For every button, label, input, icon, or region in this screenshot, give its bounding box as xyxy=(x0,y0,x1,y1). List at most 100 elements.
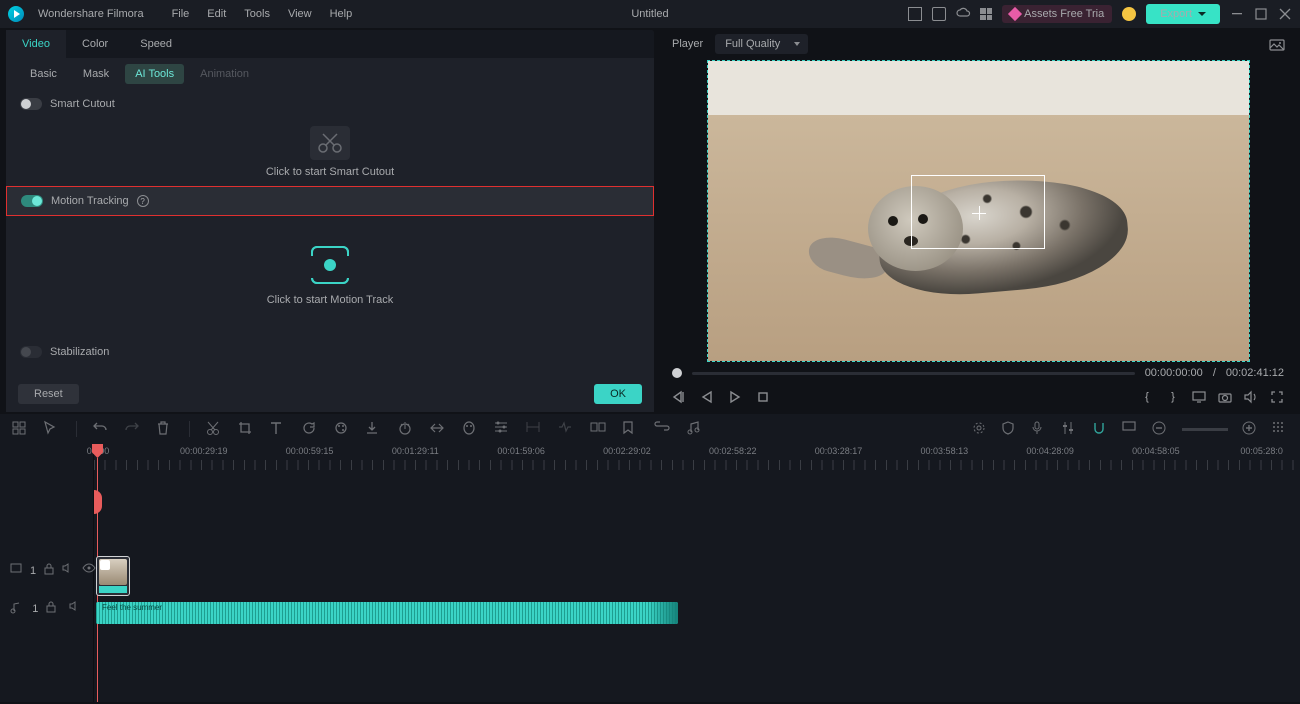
chevron-down-icon xyxy=(1198,12,1206,16)
reset-button[interactable]: Reset xyxy=(18,384,79,404)
zoom-out-icon[interactable] xyxy=(1152,421,1168,437)
maximize-button[interactable] xyxy=(1254,7,1268,21)
fullscreen-icon[interactable] xyxy=(1270,390,1284,404)
redo-icon[interactable] xyxy=(125,421,141,437)
menu-file[interactable]: File xyxy=(172,8,190,20)
mic-icon[interactable] xyxy=(1032,421,1048,437)
scissors-icon xyxy=(310,126,350,160)
shield-icon[interactable] xyxy=(1002,421,1018,437)
cloud-icon[interactable] xyxy=(956,7,970,21)
timeline-ruler[interactable]: 00:0000:00:29:1900:00:59:1500:01:29:1100… xyxy=(94,444,1300,472)
apps-icon[interactable] xyxy=(980,8,992,20)
audio-lock-icon[interactable] xyxy=(46,601,60,617)
ruler-label: 00:01:59:06 xyxy=(497,446,545,456)
ruler-label: 00:02:58:22 xyxy=(709,446,757,456)
download-icon[interactable] xyxy=(366,421,382,437)
rotate-icon[interactable] xyxy=(302,421,318,437)
snap-icon[interactable] xyxy=(1092,421,1108,437)
motion-tracker-box[interactable] xyxy=(911,175,1045,249)
text-icon[interactable] xyxy=(270,421,286,437)
music-icon[interactable] xyxy=(686,421,702,437)
audio-track-icon xyxy=(10,601,24,617)
preview-area[interactable] xyxy=(662,58,1294,364)
tab-color[interactable]: Color xyxy=(66,30,124,58)
ok-button[interactable]: OK xyxy=(594,384,642,404)
video-clip[interactable] xyxy=(96,556,130,596)
marker-icon[interactable] xyxy=(622,421,638,437)
undo-icon[interactable] xyxy=(93,421,109,437)
quality-dropdown[interactable]: Full Quality xyxy=(715,34,808,54)
ratio-icon[interactable] xyxy=(1122,421,1138,437)
media-icon[interactable] xyxy=(932,7,946,21)
profile-icon[interactable] xyxy=(1122,7,1136,21)
split-icon[interactable] xyxy=(206,421,222,437)
ruler-label: 00:05:28:0 xyxy=(1240,446,1283,456)
volume-icon[interactable] xyxy=(1244,390,1258,404)
zoom-in-icon[interactable] xyxy=(1242,421,1258,437)
panel-subtabs: Basic Mask AI Tools Animation xyxy=(6,58,654,90)
display-icon[interactable] xyxy=(1192,390,1206,404)
stop-button[interactable] xyxy=(756,390,770,404)
beat-icon[interactable] xyxy=(558,421,574,437)
gear-icon[interactable] xyxy=(972,421,988,437)
audio-clip[interactable]: Feel the summer xyxy=(96,602,678,624)
export-button[interactable]: Export xyxy=(1146,4,1220,24)
tab-video[interactable]: Video xyxy=(6,30,66,58)
menu-view[interactable]: View xyxy=(288,8,312,20)
audio-mute-icon[interactable] xyxy=(69,601,83,617)
link-icon[interactable] xyxy=(654,421,670,437)
smart-cutout-toggle[interactable] xyxy=(20,98,42,110)
help-icon[interactable]: ? xyxy=(137,195,149,207)
smart-cutout-area[interactable]: Click to start Smart Cutout xyxy=(6,118,654,186)
subtab-mask[interactable]: Mask xyxy=(73,64,119,84)
delete-icon[interactable] xyxy=(157,421,173,437)
motion-track-area[interactable]: Click to start Motion Track xyxy=(6,216,654,336)
select-tool-icon[interactable] xyxy=(12,421,28,437)
zoom-slider[interactable] xyxy=(1182,428,1228,431)
ruler-label: 00:01:29:11 xyxy=(392,446,439,456)
subtab-ai-tools[interactable]: AI Tools xyxy=(125,64,184,84)
layout-icon[interactable] xyxy=(908,7,922,21)
timeline-tracks[interactable]: Feel the summer xyxy=(94,472,1300,702)
tab-speed[interactable]: Speed xyxy=(124,30,188,58)
keyframe-icon[interactable] xyxy=(430,421,446,437)
mute-icon[interactable] xyxy=(62,563,74,579)
cursor-tool-icon[interactable] xyxy=(44,421,60,437)
document-title: Untitled xyxy=(631,8,668,20)
brace-close-icon[interactable]: } xyxy=(1166,390,1180,404)
menu-help[interactable]: Help xyxy=(330,8,353,20)
subtab-basic[interactable]: Basic xyxy=(20,64,67,84)
minimize-button[interactable] xyxy=(1230,7,1244,21)
close-button[interactable] xyxy=(1278,7,1292,21)
list-icon[interactable] xyxy=(1272,421,1288,437)
transition-icon[interactable] xyxy=(526,421,542,437)
adjust-icon[interactable] xyxy=(494,421,510,437)
play-backward-button[interactable] xyxy=(700,390,714,404)
menu-edit[interactable]: Edit xyxy=(207,8,226,20)
group-icon[interactable] xyxy=(590,421,606,437)
scrub-handle[interactable] xyxy=(672,368,682,378)
brace-open-icon[interactable]: { xyxy=(1140,390,1154,404)
crop-icon[interactable] xyxy=(238,421,254,437)
ruler-label: 00:04:58:05 xyxy=(1132,446,1180,456)
subtab-animation[interactable]: Animation xyxy=(190,64,259,84)
mask-icon[interactable] xyxy=(462,421,478,437)
motion-tracking-toggle[interactable] xyxy=(21,195,43,207)
diamond-icon xyxy=(1008,7,1022,21)
play-button[interactable] xyxy=(728,390,742,404)
lock-icon[interactable] xyxy=(44,563,54,579)
prev-frame-button[interactable] xyxy=(672,390,686,404)
mixer-icon[interactable] xyxy=(1062,421,1078,437)
color-icon[interactable] xyxy=(334,421,350,437)
camera-icon[interactable] xyxy=(1218,390,1232,404)
assets-pill[interactable]: Assets Free Tria xyxy=(1002,5,1112,23)
player-panel: Player Full Quality 00:00:00:00 / 00:02:… xyxy=(662,30,1294,412)
stabilization-toggle[interactable] xyxy=(20,346,42,358)
snapshot-icon[interactable] xyxy=(1270,37,1284,51)
video-track-num: 1 xyxy=(30,565,36,577)
motion-track-hint: Click to start Motion Track xyxy=(267,294,394,306)
smart-cutout-hint: Click to start Smart Cutout xyxy=(266,166,394,178)
speed-icon[interactable] xyxy=(398,421,414,437)
scrub-track[interactable] xyxy=(692,372,1135,375)
menu-tools[interactable]: Tools xyxy=(244,8,270,20)
